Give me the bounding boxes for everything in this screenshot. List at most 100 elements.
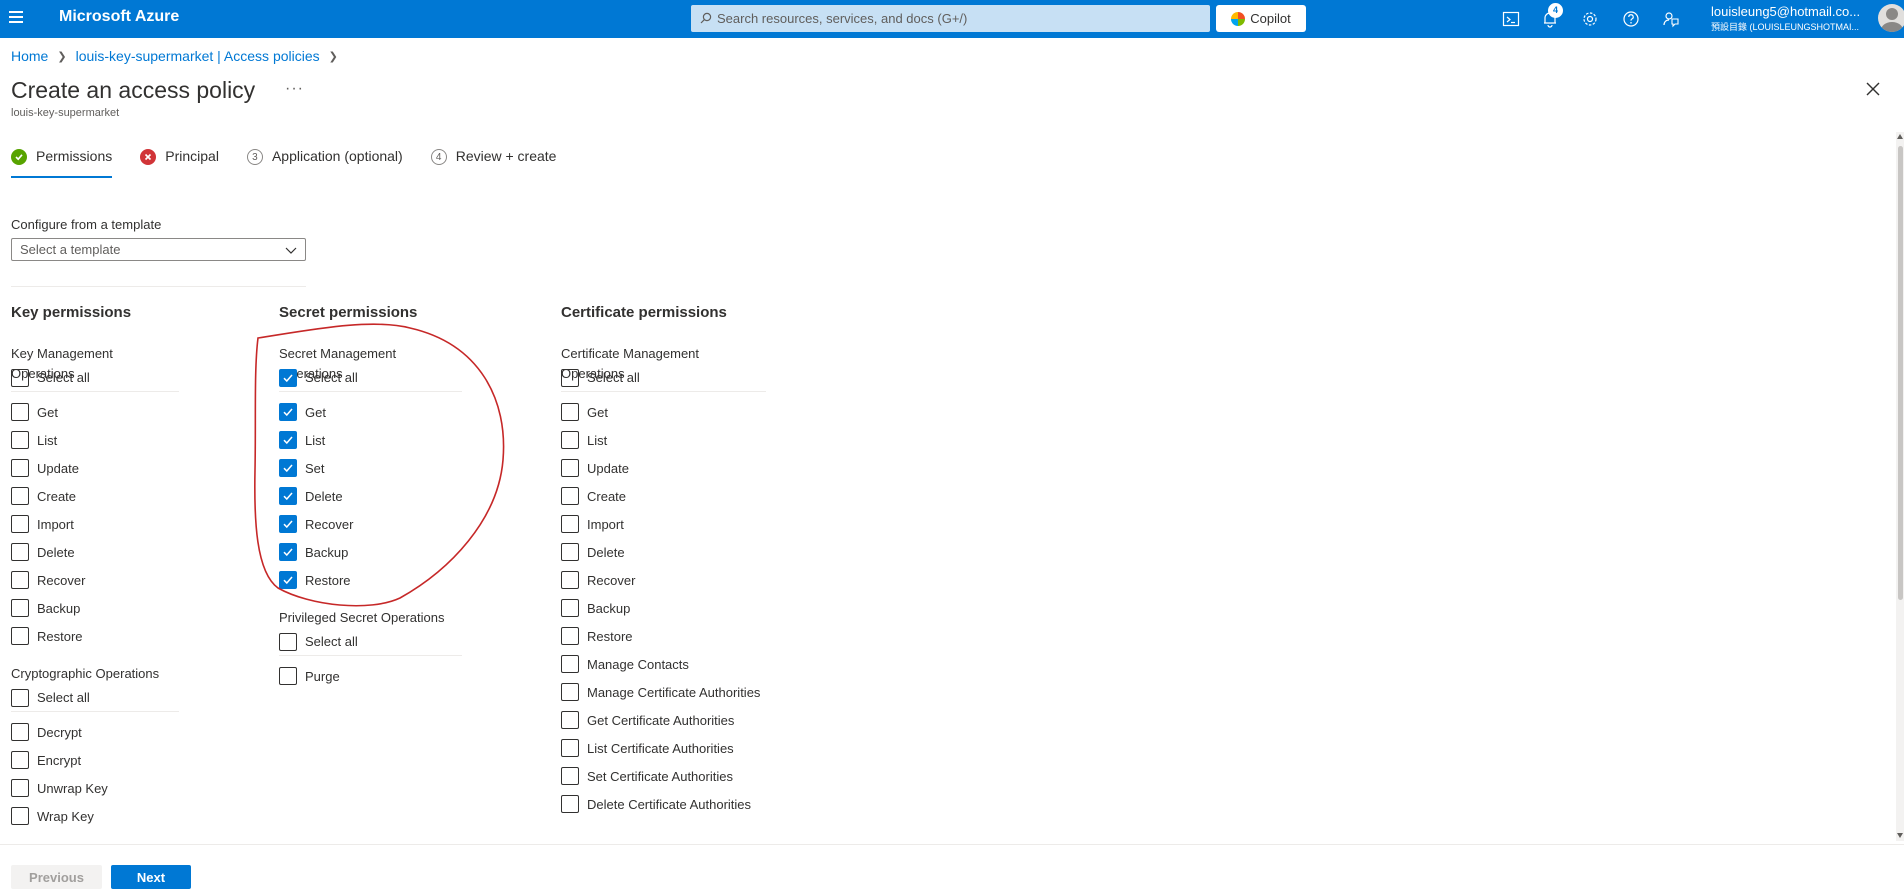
checkbox-checked[interactable] [279,431,297,449]
checkbox-item[interactable]: Set Certificate Authorities [561,762,766,790]
checkbox-checked[interactable] [279,571,297,589]
checkbox-item[interactable]: Import [11,510,179,538]
tab-review-create[interactable]: 4 Review + create [430,148,556,178]
checkbox[interactable] [11,403,29,421]
tab-permissions[interactable]: Permissions [11,148,113,178]
checkbox[interactable] [561,571,579,589]
checkbox-item[interactable]: Restore [11,622,179,650]
checkbox[interactable] [11,459,29,477]
checkbox[interactable] [561,515,579,533]
checkbox-item[interactable]: Purge [279,662,462,690]
checkbox-item[interactable]: Delete [11,538,179,566]
checkbox-checked[interactable] [279,515,297,533]
checkbox-item[interactable]: Restore [279,566,462,594]
checkbox-checked[interactable] [279,543,297,561]
close-icon[interactable] [1864,80,1882,98]
checkbox-item[interactable]: Backup [279,538,462,566]
checkbox-checked[interactable] [279,459,297,477]
scrollbar-thumb[interactable] [1898,146,1903,600]
checkbox[interactable] [11,487,29,505]
checkbox[interactable] [561,543,579,561]
checkbox-checked[interactable] [279,403,297,421]
checkbox-item[interactable]: Manage Certificate Authorities [561,678,766,706]
checkbox[interactable] [11,368,29,387]
checkbox[interactable] [11,571,29,589]
checkbox[interactable] [561,459,579,477]
checkbox-item[interactable]: Manage Contacts [561,650,766,678]
menu-icon[interactable] [9,11,23,25]
crypto-select-all[interactable]: Select all [11,684,179,712]
checkbox-item[interactable]: Get [11,398,179,426]
cloud-shell-icon[interactable] [1501,9,1521,29]
next-button[interactable]: Next [111,865,191,889]
checkbox[interactable] [11,543,29,561]
more-options-icon[interactable]: ··· [285,80,304,98]
checkbox-item[interactable]: Restore [561,622,766,650]
checkbox-item[interactable]: Get [561,398,766,426]
previous-button[interactable]: Previous [11,865,102,889]
checkbox-item[interactable]: Delete [279,482,462,510]
checkbox[interactable] [561,655,579,673]
tab-application[interactable]: 3 Application (optional) [246,148,403,178]
copilot-button[interactable]: Copilot [1216,5,1306,32]
checkbox-item[interactable]: Delete [561,538,766,566]
checkbox[interactable] [561,683,579,701]
feedback-icon[interactable] [1661,9,1681,29]
checkbox-item[interactable]: Create [11,482,179,510]
checkbox[interactable] [11,807,29,825]
breadcrumb-access-policies[interactable]: louis-key-supermarket | Access policies [76,48,320,64]
checkbox-item[interactable]: Update [561,454,766,482]
checkbox-item[interactable]: Backup [561,594,766,622]
checkbox-checked[interactable] [279,368,297,387]
gear-icon[interactable] [1580,9,1600,29]
scroll-down-icon[interactable] [1897,833,1903,838]
checkbox-item[interactable]: Recover [279,510,462,538]
checkbox-item[interactable]: Backup [11,594,179,622]
template-dropdown[interactable]: Select a template [11,238,306,261]
checkbox-checked[interactable] [279,487,297,505]
checkbox[interactable] [561,599,579,617]
checkbox-item[interactable]: Decrypt [11,718,179,746]
checkbox[interactable] [561,627,579,645]
checkbox-item[interactable]: Get Certificate Authorities [561,706,766,734]
checkbox-item[interactable]: Update [11,454,179,482]
checkbox[interactable] [561,795,579,813]
checkbox-item[interactable]: List [11,426,179,454]
brand-title[interactable]: Microsoft Azure [59,8,179,26]
checkbox[interactable] [11,779,29,797]
checkbox[interactable] [279,667,297,685]
checkbox-item[interactable]: Wrap Key [11,802,179,830]
checkbox-item[interactable]: Import [561,510,766,538]
checkbox-item[interactable]: Delete Certificate Authorities [561,790,766,818]
tab-principal[interactable]: Principal [140,148,219,178]
checkbox-item[interactable]: Set [279,454,462,482]
checkbox-item[interactable]: List [561,426,766,454]
checkbox[interactable] [561,368,579,387]
checkbox-item[interactable]: List [279,426,462,454]
checkbox-item[interactable]: Get [279,398,462,426]
checkbox[interactable] [11,751,29,769]
checkbox[interactable] [561,403,579,421]
checkbox[interactable] [561,767,579,785]
checkbox[interactable] [279,632,297,651]
checkbox[interactable] [11,515,29,533]
scroll-up-icon[interactable] [1897,134,1903,139]
checkbox[interactable] [561,711,579,729]
checkbox-item[interactable]: Recover [11,566,179,594]
checkbox[interactable] [561,431,579,449]
checkbox[interactable] [11,599,29,617]
checkbox[interactable] [11,723,29,741]
help-icon[interactable] [1621,9,1641,29]
checkbox[interactable] [11,627,29,645]
checkbox[interactable] [11,431,29,449]
privileged-select-all[interactable]: Select all [279,628,462,656]
checkbox-item[interactable]: Unwrap Key [11,774,179,802]
checkbox-item[interactable]: Encrypt [11,746,179,774]
breadcrumb-home[interactable]: Home [11,48,48,64]
checkbox-item[interactable]: List Certificate Authorities [561,734,766,762]
checkbox-item[interactable]: Recover [561,566,766,594]
avatar[interactable] [1878,4,1904,32]
checkbox-item[interactable]: Create [561,482,766,510]
checkbox[interactable] [561,739,579,757]
checkbox[interactable] [561,487,579,505]
